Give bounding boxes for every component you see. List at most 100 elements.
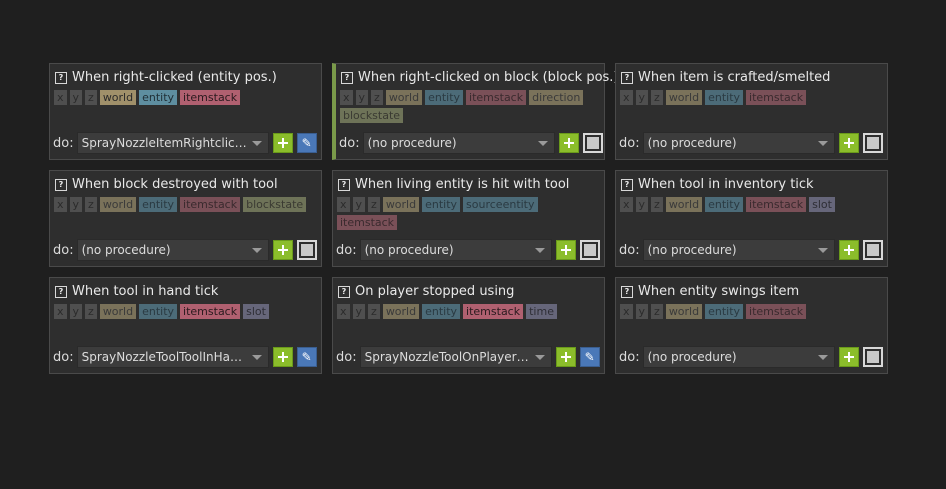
empty-box-icon[interactable] bbox=[862, 240, 883, 260]
dependency-tag-coord: y bbox=[352, 197, 366, 212]
help-icon[interactable]: ? bbox=[55, 285, 67, 298]
procedure-select[interactable]: (no procedure) bbox=[642, 346, 835, 368]
procedure-selector-row: do: (no procedure) bbox=[619, 239, 883, 261]
help-icon[interactable]: ? bbox=[338, 285, 350, 298]
dependency-tag-entity: entity bbox=[422, 197, 461, 212]
trigger-title-text: When entity swings item bbox=[638, 284, 800, 299]
plus-icon[interactable] bbox=[272, 347, 293, 367]
procedure-select[interactable]: SprayNozzleToolOnPlayerSto... bbox=[359, 346, 552, 368]
dependency-tag-coord: x bbox=[340, 90, 353, 105]
plus-icon[interactable] bbox=[555, 347, 576, 367]
dependency-tag-coord: x bbox=[54, 90, 67, 105]
trigger-title: ? On player stopped using bbox=[338, 284, 514, 299]
plus-icon[interactable] bbox=[838, 133, 859, 153]
help-icon[interactable]: ? bbox=[621, 178, 633, 191]
help-icon[interactable]: ? bbox=[621, 71, 633, 84]
dependency-list: x y z world entity itemstack slot bbox=[620, 197, 881, 212]
dependency-list: x y z world entity itemstack direction blocksta… bbox=[340, 90, 598, 123]
procedure-select-value: (no procedure) bbox=[647, 243, 737, 257]
plus-icon[interactable] bbox=[838, 240, 859, 260]
dependency-tag-coord: x bbox=[620, 304, 633, 319]
do-label: do: bbox=[339, 135, 360, 151]
procedure-triggers-grid: ? When right-clicked (entity pos.) x y z worl… bbox=[49, 63, 888, 374]
plus-icon[interactable] bbox=[555, 240, 576, 260]
dependency-list: x y z world entity itemstack bbox=[54, 90, 315, 105]
pencil-icon[interactable]: ✎ bbox=[296, 347, 317, 367]
dependency-list: x y z world entity itemstack slot bbox=[54, 304, 315, 319]
trigger-title-text: When item is crafted/smelted bbox=[638, 70, 831, 85]
chevron-down-icon bbox=[817, 141, 828, 146]
dependency-tag-itemstack: itemstack bbox=[180, 197, 241, 212]
help-icon[interactable]: ? bbox=[341, 71, 353, 84]
dependency-tag-world: world bbox=[99, 90, 137, 105]
dependency-tag-slot: slot bbox=[243, 304, 269, 319]
plus-icon[interactable] bbox=[558, 133, 579, 153]
procedure-trigger-card: ? When tool in hand tick x y z world entity ite… bbox=[49, 277, 322, 374]
dependency-tag-entity: entity bbox=[425, 90, 464, 105]
dependency-tag-entity: entity bbox=[139, 90, 178, 105]
pencil-icon[interactable]: ✎ bbox=[579, 347, 600, 367]
dependency-tag-world: world bbox=[382, 197, 420, 212]
dependency-tag-coord: x bbox=[337, 197, 350, 212]
procedure-select[interactable]: (no procedure) bbox=[359, 239, 552, 261]
dependency-tag-world: world bbox=[99, 197, 137, 212]
dependency-tag-coord: z bbox=[371, 90, 383, 105]
procedure-select[interactable]: (no procedure) bbox=[642, 239, 835, 261]
chevron-down-icon bbox=[251, 141, 262, 146]
dependency-tag-sourceentity: sourceentity bbox=[463, 197, 538, 212]
empty-box-icon[interactable] bbox=[296, 240, 317, 260]
help-icon[interactable]: ? bbox=[55, 71, 67, 84]
procedure-trigger-card: ? When item is crafted/smelted x y z world ent… bbox=[615, 63, 888, 160]
chevron-down-icon bbox=[817, 355, 828, 360]
empty-box-icon[interactable] bbox=[582, 133, 603, 153]
trigger-title-text: When right-clicked (entity pos.) bbox=[72, 70, 277, 85]
dependency-list: x y z world entity itemstack bbox=[620, 304, 881, 319]
dependency-tag-blockstate: blockstate bbox=[243, 197, 307, 212]
procedure-select[interactable]: SprayNozzleItemRightclicked bbox=[76, 132, 269, 154]
help-icon[interactable]: ? bbox=[55, 178, 67, 191]
procedure-select-value: SprayNozzleToolOnPlayerSto... bbox=[364, 350, 531, 364]
dependency-tag-coord: z bbox=[651, 197, 663, 212]
procedure-selector-row: do: (no procedure) bbox=[336, 239, 600, 261]
dependency-tag-itemstack: itemstack bbox=[746, 197, 807, 212]
trigger-title: ? When tool in hand tick bbox=[55, 284, 218, 299]
dependency-list: x y z world entity sourceentity itemstack bbox=[337, 197, 598, 230]
trigger-title: ? When entity swings item bbox=[621, 284, 799, 299]
chevron-down-icon bbox=[537, 141, 548, 146]
help-icon[interactable]: ? bbox=[621, 285, 633, 298]
procedure-select[interactable]: (no procedure) bbox=[362, 132, 555, 154]
dependency-tag-itemstack: itemstack bbox=[180, 90, 241, 105]
dependency-tag-world: world bbox=[665, 304, 703, 319]
empty-box-icon[interactable] bbox=[579, 240, 600, 260]
procedure-select[interactable]: (no procedure) bbox=[642, 132, 835, 154]
dependency-tag-coord: y bbox=[355, 90, 369, 105]
dependency-list: x y z world entity itemstack bbox=[620, 90, 881, 105]
trigger-title: ? When block destroyed with tool bbox=[55, 177, 278, 192]
dependency-tag-coord: z bbox=[85, 197, 97, 212]
chevron-down-icon bbox=[251, 248, 262, 253]
plus-icon[interactable] bbox=[272, 240, 293, 260]
empty-box-icon[interactable] bbox=[862, 133, 883, 153]
trigger-title-text: When tool in hand tick bbox=[72, 284, 219, 299]
plus-icon[interactable] bbox=[838, 347, 859, 367]
trigger-title: ? When living entity is hit with tool bbox=[338, 177, 569, 192]
procedure-trigger-card: ? When block destroyed with tool x y z world e… bbox=[49, 170, 322, 267]
dependency-tag-coord: x bbox=[54, 304, 67, 319]
procedure-select-value: (no procedure) bbox=[647, 350, 737, 364]
chevron-down-icon bbox=[534, 248, 545, 253]
procedure-trigger-card: ? When right-clicked on block (block pos.… bbox=[332, 63, 619, 160]
plus-icon[interactable] bbox=[272, 133, 293, 153]
dependency-tag-world: world bbox=[385, 90, 423, 105]
procedure-select[interactable]: (no procedure) bbox=[76, 239, 269, 261]
chevron-down-icon bbox=[817, 248, 828, 253]
dependency-tag-world: world bbox=[382, 304, 420, 319]
empty-box-icon[interactable] bbox=[862, 347, 883, 367]
procedure-select[interactable]: SprayNozzleToolToolInHandT... bbox=[76, 346, 269, 368]
dependency-tag-itemstack: itemstack bbox=[337, 215, 398, 230]
pencil-icon[interactable]: ✎ bbox=[296, 133, 317, 153]
procedure-selector-row: do: SprayNozzleToolOnPlayerSto... ✎ bbox=[336, 346, 600, 368]
help-icon[interactable]: ? bbox=[338, 178, 350, 191]
do-label: do: bbox=[619, 242, 640, 258]
do-label: do: bbox=[53, 135, 74, 151]
dependency-tag-coord: z bbox=[85, 304, 97, 319]
